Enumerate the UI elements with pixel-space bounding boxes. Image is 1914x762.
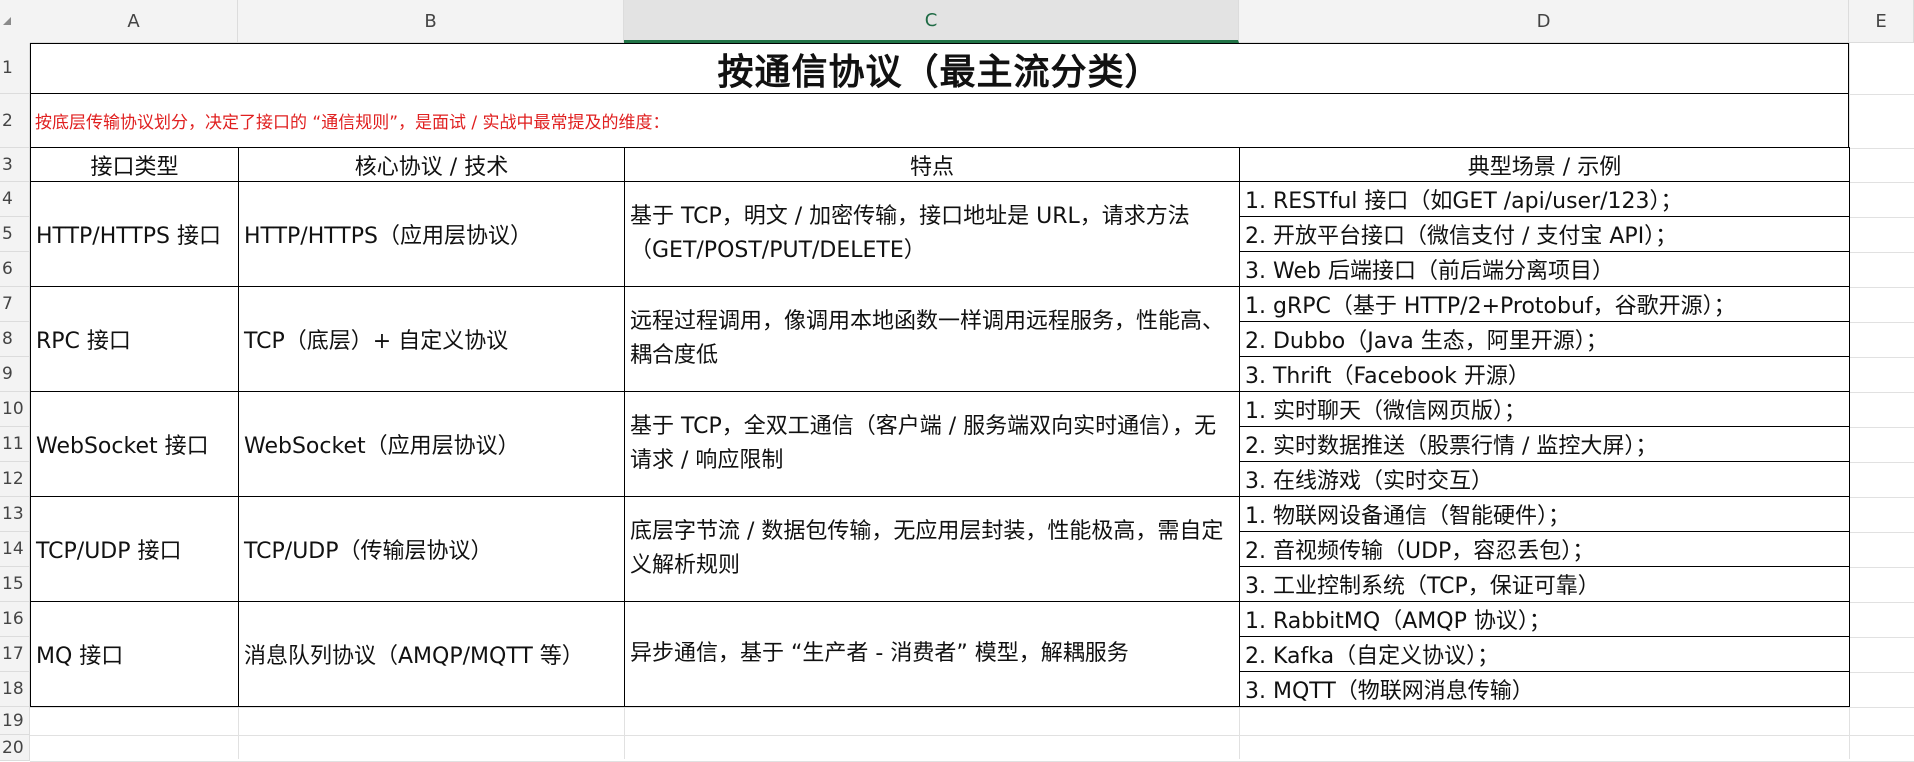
protocol-cell[interactable]: TCP（底层）+ 自定义协议 [238, 286, 625, 392]
select-all-triangle-icon [3, 17, 11, 25]
feature-cell[interactable]: 基于 TCP，全双工通信（客户端 / 服务端双向实时通信），无请求 / 响应限制 [624, 391, 1240, 497]
example-cell[interactable]: 3. 在线游戏（实时交互） [1239, 461, 1850, 497]
row-header-15[interactable]: 15 [0, 567, 30, 602]
interface-type-cell[interactable]: TCP/UDP 接口 [30, 496, 239, 602]
example-cell[interactable]: 1. gRPC（基于 HTTP/2+Protobuf，谷歌开源）； [1239, 286, 1850, 322]
row-header-8[interactable]: 8 [0, 322, 30, 357]
column-header-b[interactable]: B [238, 0, 624, 43]
example-cell[interactable]: 2. Kafka（自定义协议）； [1239, 636, 1850, 672]
table-header-cell[interactable]: 核心协议 / 技术 [238, 147, 625, 182]
protocol-cell[interactable]: TCP/UDP（传输层协议） [238, 496, 625, 602]
column-header-d[interactable]: D [1239, 0, 1849, 43]
row-header-16[interactable]: 16 [0, 602, 30, 637]
example-cell[interactable]: 3. 工业控制系统（TCP，保证可靠） [1239, 566, 1850, 602]
table-header-cell[interactable]: 典型场景 / 示例 [1239, 147, 1850, 182]
example-cell[interactable]: 1. RESTful 接口（如GET /api/user/123）； [1239, 181, 1850, 217]
column-header-a[interactable]: A [30, 0, 238, 43]
gridline-horizontal [30, 707, 1914, 708]
protocol-cell[interactable]: WebSocket（应用层协议） [238, 391, 625, 497]
row-header-11[interactable]: 11 [0, 427, 30, 462]
feature-cell[interactable]: 基于 TCP，明文 / 加密传输，接口地址是 URL，请求方法（GET/POST… [624, 181, 1240, 287]
row-header-2[interactable]: 2 [0, 94, 30, 148]
protocol-cell[interactable]: HTTP/HTTPS（应用层协议） [238, 181, 625, 287]
row-header-13[interactable]: 13 [0, 497, 30, 532]
table-header-cell[interactable]: 特点 [624, 147, 1240, 182]
row-header-6[interactable]: 6 [0, 252, 30, 287]
example-cell[interactable]: 2. 音视频传输（UDP，容忍丢包）； [1239, 531, 1850, 567]
example-cell[interactable]: 1. 实时聊天（微信网页版）； [1239, 391, 1850, 427]
row-header-18[interactable]: 18 [0, 672, 30, 707]
row-header-14[interactable]: 14 [0, 532, 30, 567]
row-header-1[interactable]: 1 [0, 43, 30, 94]
row-header-4[interactable]: 4 [0, 182, 30, 217]
table-header-cell[interactable]: 接口类型 [30, 147, 239, 182]
select-all-corner[interactable] [0, 0, 31, 44]
sheet-subtitle[interactable]: 按底层传输协议划分，决定了接口的 “通信规则”，是面试 / 实战中最常提及的维度… [30, 93, 1849, 148]
example-cell[interactable]: 2. 开放平台接口（微信支付 / 支付宝 API）； [1239, 216, 1850, 252]
gridline-horizontal [30, 735, 1914, 736]
row-header-3[interactable]: 3 [0, 148, 30, 182]
row-header-19[interactable]: 19 [0, 707, 30, 735]
row-header-12[interactable]: 12 [0, 462, 30, 497]
sheet-title[interactable]: 按通信协议（最主流分类） [30, 43, 1849, 94]
example-cell[interactable]: 3. Web 后端接口（前后端分离项目） [1239, 251, 1850, 287]
row-header-20[interactable]: 20 [0, 735, 30, 761]
example-cell[interactable]: 1. RabbitMQ（AMQP 协议）； [1239, 601, 1850, 637]
row-header-5[interactable]: 5 [0, 217, 30, 252]
feature-cell[interactable]: 远程过程调用，像调用本地函数一样调用远程服务，性能高、耦合度低 [624, 286, 1240, 392]
interface-type-cell[interactable]: MQ 接口 [30, 601, 239, 707]
example-cell[interactable]: 3. MQTT（物联网消息传输） [1239, 671, 1850, 707]
column-header-e[interactable]: E [1849, 0, 1914, 43]
interface-type-cell[interactable]: HTTP/HTTPS 接口 [30, 181, 239, 287]
row-header-17[interactable]: 17 [0, 637, 30, 672]
row-header-7[interactable]: 7 [0, 287, 30, 322]
protocol-cell[interactable]: 消息队列协议（AMQP/MQTT 等） [238, 601, 625, 707]
example-cell[interactable]: 2. Dubbo（Java 生态，阿里开源）； [1239, 321, 1850, 357]
example-cell[interactable]: 2. 实时数据推送（股票行情 / 监控大屏）； [1239, 426, 1850, 462]
feature-cell[interactable]: 异步通信，基于 “生产者 - 消费者” 模型，解耦服务 [624, 601, 1240, 707]
interface-type-cell[interactable]: RPC 接口 [30, 286, 239, 392]
interface-type-cell[interactable]: WebSocket 接口 [30, 391, 239, 497]
feature-cell[interactable]: 底层字节流 / 数据包传输，无应用层封装，性能极高，需自定义解析规则 [624, 496, 1240, 602]
row-header-10[interactable]: 10 [0, 392, 30, 427]
column-header-c[interactable]: C [624, 0, 1239, 43]
example-cell[interactable]: 3. Thrift（Facebook 开源） [1239, 356, 1850, 392]
example-cell[interactable]: 1. 物联网设备通信（智能硬件）； [1239, 496, 1850, 532]
row-header-9[interactable]: 9 [0, 357, 30, 392]
